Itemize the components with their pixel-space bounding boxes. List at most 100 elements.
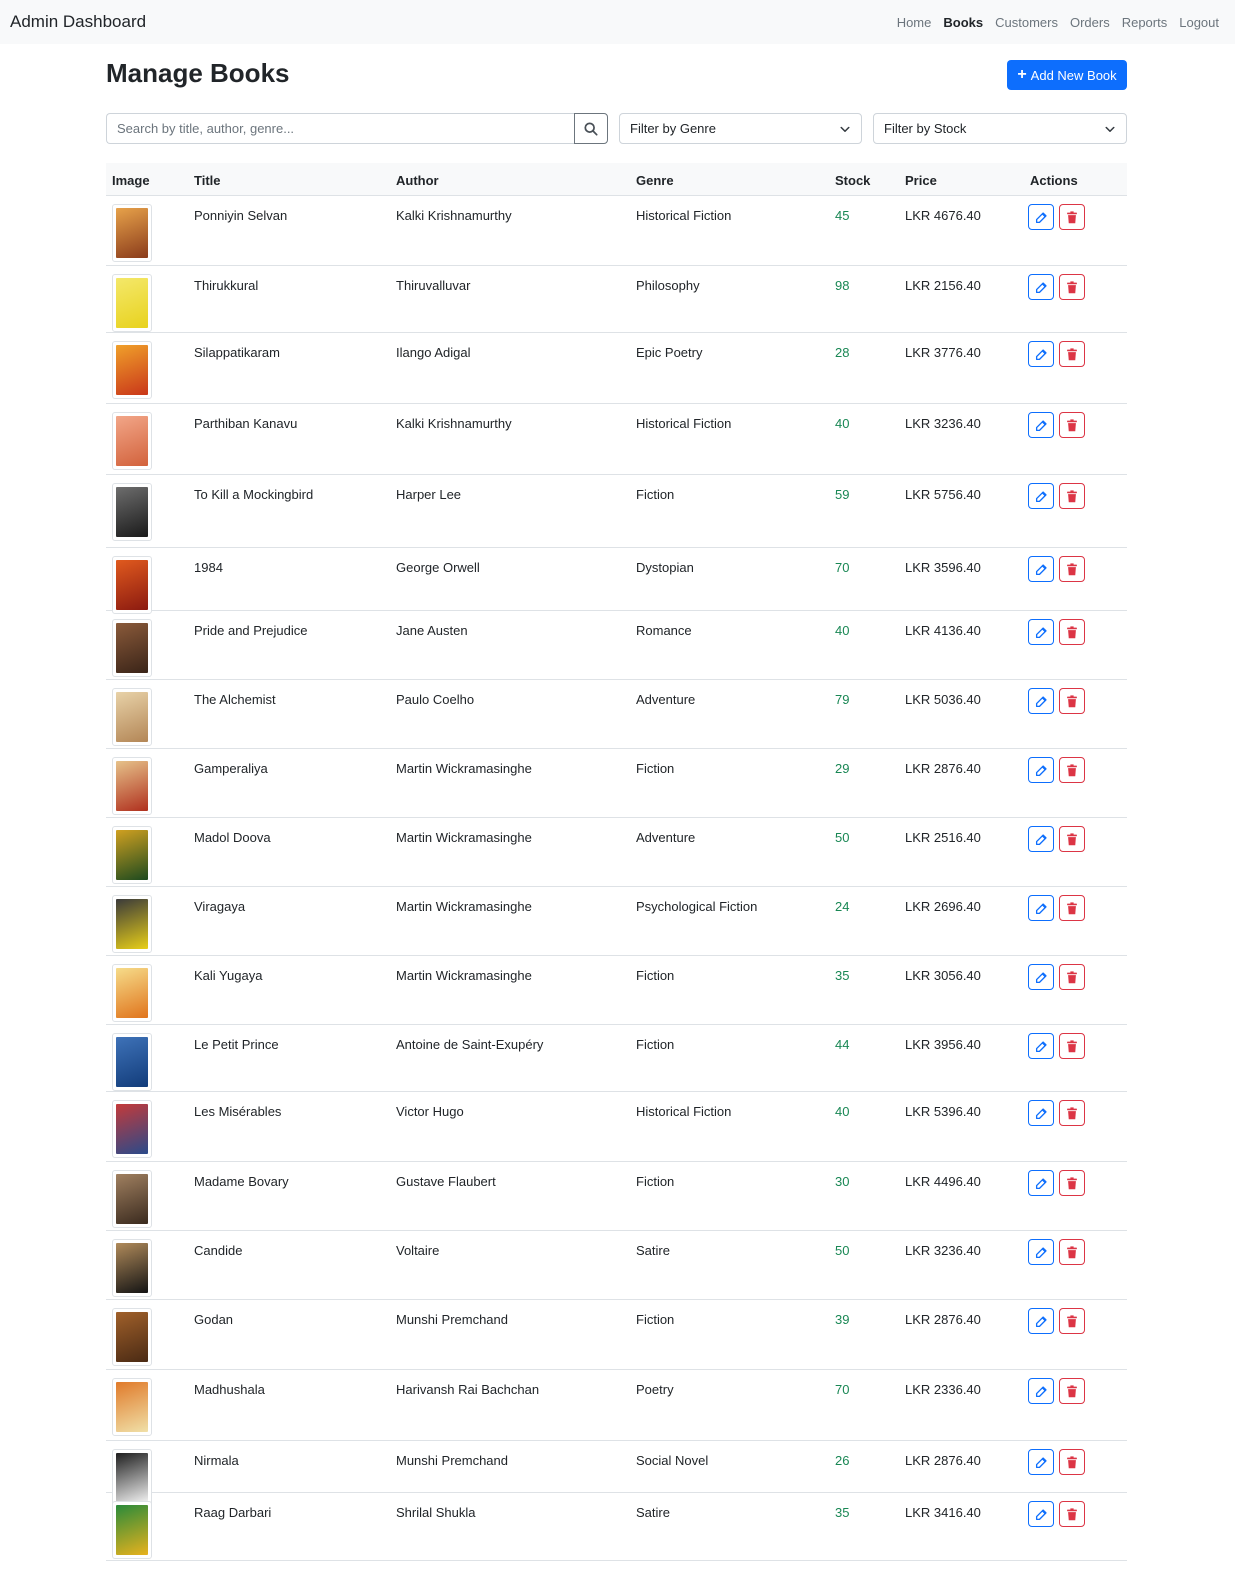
edit-button[interactable] [1028,341,1054,367]
edit-button[interactable] [1028,412,1054,438]
book-cover-art [116,1037,148,1087]
trash-icon [1067,1314,1077,1327]
delete-button[interactable] [1059,412,1085,438]
book-author: Munshi Premchand [396,1453,508,1468]
book-cover-image [112,204,152,262]
book-genre: Adventure [636,692,696,707]
edit-button[interactable] [1028,1501,1054,1527]
book-stock: 30 [835,1174,850,1189]
delete-button[interactable] [1059,1449,1085,1475]
book-author: Gustave Flaubert [396,1174,496,1189]
book-title: Godan [194,1312,234,1327]
book-stock: 40 [835,623,850,638]
delete-button[interactable] [1059,1501,1085,1527]
edit-button[interactable] [1028,964,1054,990]
table-row: Raag Darbari Shrilal Shukla Satire 35 LKR 34… [106,1493,1127,1561]
book-stock: 24 [835,899,850,914]
edit-button[interactable] [1028,1378,1054,1404]
book-genre: Philosophy [636,278,700,293]
book-genre: Psychological Fiction [636,899,758,914]
book-price: LKR 3236.40 [905,1243,981,1258]
delete-button[interactable] [1059,341,1085,367]
edit-button[interactable] [1028,556,1054,582]
delete-button[interactable] [1059,688,1085,714]
book-genre: Fiction [636,1037,675,1052]
edit-button[interactable] [1028,1033,1054,1059]
edit-button[interactable] [1028,826,1054,852]
filter-stock-select[interactable]: Filter by Stock [873,113,1127,144]
add-new-book-button[interactable]: + Add New Book [1007,60,1127,90]
book-cover-art [116,1174,148,1224]
search-input[interactable] [106,113,575,144]
edit-button[interactable] [1028,204,1054,230]
delete-button[interactable] [1059,757,1085,783]
delete-button[interactable] [1059,964,1085,990]
edit-button[interactable] [1028,274,1054,300]
book-stock: 39 [835,1312,850,1327]
book-cover-image [112,1501,152,1559]
book-stock: 35 [835,1505,850,1520]
delete-button[interactable] [1059,483,1085,509]
delete-button[interactable] [1059,619,1085,645]
book-price: LKR 5036.40 [905,692,981,707]
delete-button[interactable] [1059,204,1085,230]
trash-icon [1067,901,1077,914]
book-cover-art [116,692,148,742]
book-cover-art [116,487,148,537]
chevron-down-icon [840,126,850,132]
book-price: LKR 4676.40 [905,208,981,223]
trash-icon [1067,625,1077,638]
book-stock: 50 [835,830,850,845]
delete-button[interactable] [1059,895,1085,921]
brand-title[interactable]: Admin Dashboard [10,12,146,32]
book-author: Harivansh Rai Bachchan [396,1382,540,1397]
book-title: Raag Darbari [194,1505,272,1520]
book-genre: Fiction [636,1312,675,1327]
book-cover-art [116,761,148,811]
delete-button[interactable] [1059,1378,1085,1404]
delete-button[interactable] [1059,1100,1085,1126]
table-row: Le Petit Prince Antoine de Saint-Exupéry F… [106,1025,1127,1092]
trash-icon [1067,1455,1077,1468]
book-title: Silappatikaram [194,345,280,360]
nav-link-home[interactable]: Home [897,15,932,30]
edit-button[interactable] [1028,619,1054,645]
book-genre: Adventure [636,830,696,845]
book-author: Victor Hugo [396,1104,464,1119]
edit-icon [1035,419,1047,431]
edit-button[interactable] [1028,1449,1054,1475]
edit-button[interactable] [1028,1239,1054,1265]
search-button[interactable] [574,113,608,144]
book-author: Voltaire [396,1243,440,1258]
delete-button[interactable] [1059,1033,1085,1059]
edit-button[interactable] [1028,688,1054,714]
trash-icon [1067,210,1077,223]
delete-button[interactable] [1059,556,1085,582]
filter-genre-select[interactable]: Filter by Genre [619,113,862,144]
book-genre: Dystopian [636,560,694,575]
book-genre: Fiction [636,487,675,502]
delete-button[interactable] [1059,1308,1085,1334]
delete-button[interactable] [1059,1170,1085,1196]
filter-genre-label: Filter by Genre [630,121,716,136]
nav-link-orders[interactable]: Orders [1070,15,1110,30]
nav-link-books[interactable]: Books [943,15,983,30]
nav-link-reports[interactable]: Reports [1122,15,1168,30]
delete-button[interactable] [1059,826,1085,852]
edit-button[interactable] [1028,1308,1054,1334]
book-cover-image [112,1378,152,1436]
table-row: Viragaya Martin Wickramasinghe Psychologic… [106,887,1127,956]
book-price: LKR 3956.40 [905,1037,981,1052]
edit-button[interactable] [1028,1170,1054,1196]
edit-icon [1035,833,1047,845]
nav-link-customers[interactable]: Customers [995,15,1058,30]
nav-link-logout[interactable]: Logout [1179,15,1219,30]
book-author: Shrilal Shukla [396,1505,476,1520]
delete-button[interactable] [1059,1239,1085,1265]
edit-button[interactable] [1028,1100,1054,1126]
delete-button[interactable] [1059,274,1085,300]
edit-button[interactable] [1028,895,1054,921]
edit-button[interactable] [1028,483,1054,509]
edit-button[interactable] [1028,757,1054,783]
table-row: Madame Bovary Gustave Flaubert Fiction 30 LK… [106,1162,1127,1231]
